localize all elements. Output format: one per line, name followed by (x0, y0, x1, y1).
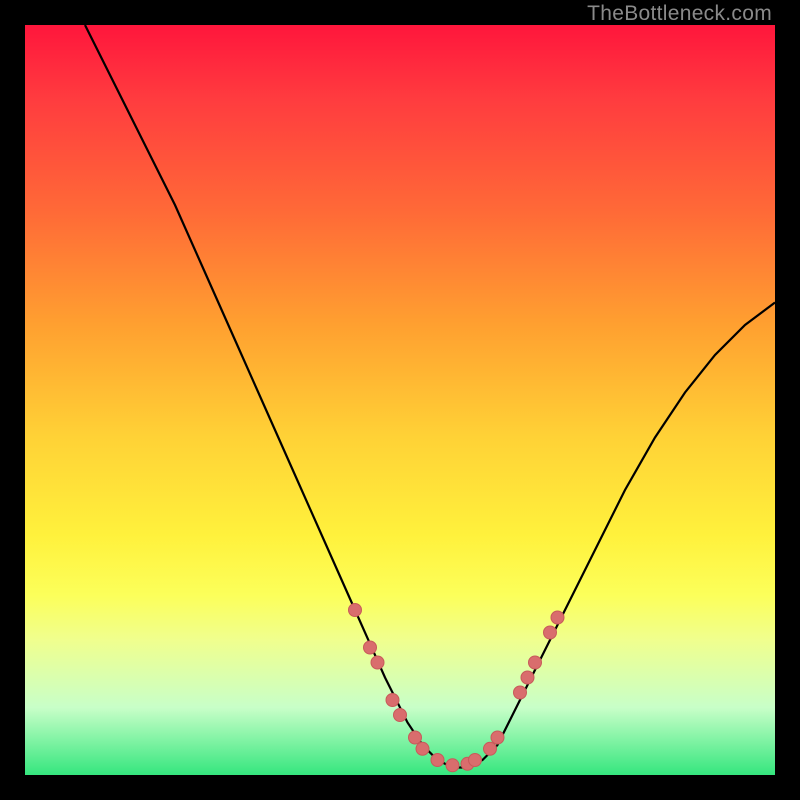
curve-markers (349, 604, 565, 772)
curve-marker (386, 694, 399, 707)
curve-marker (544, 626, 557, 639)
curve-marker (409, 731, 422, 744)
watermark-text: TheBottleneck.com (587, 2, 772, 26)
curve-marker (371, 656, 384, 669)
curve-marker (364, 641, 377, 654)
curve-marker (349, 604, 362, 617)
curve-marker (469, 754, 482, 767)
curve-marker (394, 709, 407, 722)
curve-marker (446, 759, 459, 772)
chart-svg (25, 25, 775, 775)
curve-marker (551, 611, 564, 624)
curve-marker (431, 754, 444, 767)
curve-marker (491, 731, 504, 744)
curve-marker (416, 742, 429, 755)
curve-marker (529, 656, 542, 669)
curve-marker (484, 742, 497, 755)
curve-marker (521, 671, 534, 684)
curve-marker (514, 686, 527, 699)
bottleneck-curve (85, 25, 775, 768)
